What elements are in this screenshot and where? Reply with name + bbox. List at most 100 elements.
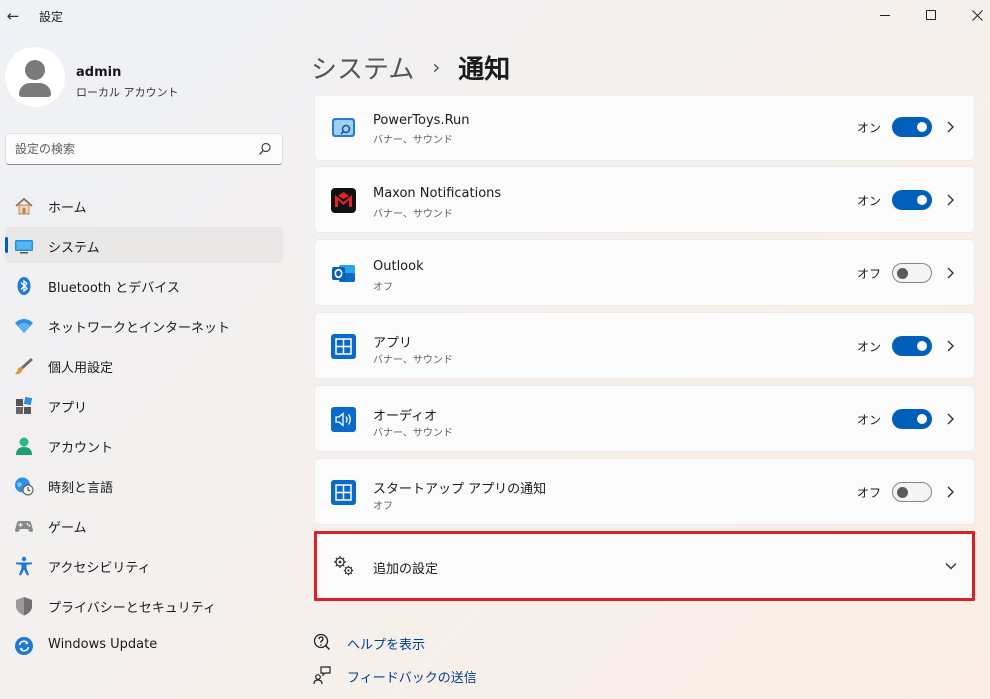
toggle-knob (897, 268, 908, 279)
sidebar-item-bluetooth[interactable]: Bluetooth とデバイス (5, 267, 283, 303)
avatar[interactable] (5, 47, 65, 107)
app-card-apps[interactable]: アプリ バナー、サウンド オン (314, 312, 975, 379)
app-tile-icon (331, 334, 356, 359)
audio-icon (331, 407, 356, 432)
additional-settings-expander[interactable]: 追加の設定 (314, 531, 975, 601)
powertoys-run-icon (332, 118, 355, 137)
gears-icon (334, 556, 354, 576)
app-notification-types: バナー、サウンド (373, 135, 453, 146)
sidebar-item-apps[interactable]: アプリ (5, 387, 283, 423)
app-card-maxon-notifications[interactable]: Maxon Notifications バナー、サウンド オン (314, 166, 975, 233)
app-card-outlook[interactable]: Outlook オフ オフ (314, 239, 975, 306)
app-tile-icon (331, 480, 356, 505)
minimize-button[interactable] (862, 0, 908, 30)
notification-toggle[interactable] (892, 409, 932, 429)
app-name: Outlook (373, 259, 424, 274)
wifi-icon (15, 319, 33, 333)
toggle-state-label: オン (856, 121, 881, 135)
sidebar-item-system[interactable]: システム (5, 227, 283, 263)
apps-icon (16, 396, 33, 414)
breadcrumb-parent[interactable]: システム (311, 49, 414, 86)
chevron-right-icon[interactable] (944, 482, 958, 502)
sidebar-item-accessibility[interactable]: アクセシビリティ (5, 547, 283, 583)
help-link-text[interactable]: ヘルプを表示 (347, 634, 425, 653)
home-icon (15, 197, 33, 215)
app-notification-types: バナー、サウンド (373, 428, 453, 439)
bluetooth-icon (17, 277, 31, 295)
toggle-state-label: オン (856, 194, 881, 208)
sidebar-item-network[interactable]: ネットワークとインターネット (5, 307, 283, 343)
help-link[interactable]: ヘルプを表示 (313, 631, 433, 653)
notification-toggle[interactable] (892, 117, 932, 137)
sidebar-item-label: Windows Update (48, 637, 158, 652)
close-icon (971, 9, 983, 21)
sidebar-item-accounts[interactable]: アカウント (5, 427, 283, 463)
maximize-button[interactable] (908, 0, 954, 30)
notification-toggle[interactable] (892, 336, 932, 356)
app-card-powertoys-run[interactable]: PowerToys.Run バナー、サウンド オン (314, 96, 975, 161)
notification-toggle[interactable] (892, 190, 932, 210)
chevron-right-icon[interactable] (944, 190, 958, 210)
shield-icon (16, 597, 32, 616)
chevron-right-icon[interactable] (944, 336, 958, 356)
sidebar-item-time-language[interactable]: 時刻と言語 (5, 467, 283, 503)
feedback-link-text[interactable]: フィードバックの送信 (347, 667, 477, 686)
search-box[interactable] (5, 133, 283, 165)
feedback-link[interactable]: フィードバックの送信 (313, 664, 477, 686)
sidebar-item-label: システム (48, 241, 100, 256)
toggle-knob (917, 195, 927, 205)
chevron-right-icon[interactable] (944, 117, 958, 137)
sidebar-item-label: アクセシビリティ (48, 561, 151, 576)
app-card-audio[interactable]: オーディオ バナー、サウンド オン (314, 385, 975, 452)
toggle-knob (897, 487, 908, 498)
minimize-icon (880, 14, 890, 16)
app-notification-types: バナー、サウンド (373, 209, 453, 220)
breadcrumb-separator: › (432, 55, 441, 79)
search-icon[interactable] (258, 142, 272, 156)
help-icon (313, 633, 331, 651)
sidebar-item-label: ネットワークとインターネット (48, 321, 231, 336)
app-notification-types: オフ (373, 501, 393, 512)
chevron-right-icon[interactable] (944, 263, 958, 283)
sidebar-item-windows-update[interactable]: Windows Update (5, 627, 283, 663)
notification-toggle[interactable] (892, 263, 932, 283)
app-name: スタートアップ アプリの通知 (373, 482, 547, 497)
app-name: PowerToys.Run (373, 113, 470, 128)
title-bar: ← 設定 (0, 0, 990, 34)
search-input[interactable] (15, 139, 245, 159)
user-name: admin (76, 65, 122, 80)
system-icon (15, 240, 33, 254)
app-card-startup-apps[interactable]: スタートアップ アプリの通知 オフ オフ (314, 458, 975, 525)
avatar-body (19, 83, 51, 97)
toggle-knob (917, 414, 927, 424)
sidebar-item-gaming[interactable]: ゲーム (5, 507, 283, 543)
app-name: アプリ (373, 336, 413, 351)
toggle-state-label: オフ (856, 486, 881, 500)
breadcrumb: システム › 通知 (311, 49, 510, 85)
chevron-down-icon[interactable] (943, 557, 959, 575)
gamepad-icon (15, 521, 33, 532)
app-title: 設定 (39, 10, 64, 24)
feedback-icon (313, 666, 331, 684)
close-button[interactable] (954, 0, 990, 30)
toggle-state-label: オン (856, 340, 881, 354)
avatar-head (25, 60, 45, 80)
sidebar-item-label: プライバシーとセキュリティ (48, 601, 216, 616)
maxon-icon (331, 188, 356, 213)
sidebar-item-label: 個人用設定 (48, 361, 114, 376)
sidebar-item-personalization[interactable]: 個人用設定 (5, 347, 283, 383)
sidebar-item-privacy[interactable]: プライバシーとセキュリティ (5, 587, 283, 623)
globe-clock-icon (15, 477, 34, 496)
account-icon (16, 437, 32, 455)
app-name: Maxon Notifications (373, 186, 502, 201)
chevron-right-icon[interactable] (944, 409, 958, 429)
toggle-state-label: オン (856, 413, 881, 427)
additional-settings-label: 追加の設定 (373, 562, 439, 577)
sidebar-item-label: Bluetooth とデバイス (48, 281, 180, 296)
toggle-knob (917, 122, 927, 132)
notification-toggle[interactable] (892, 482, 932, 502)
page-title: 通知 (458, 54, 511, 85)
outlook-icon (332, 265, 355, 282)
sidebar-item-home[interactable]: ホーム (5, 187, 283, 223)
back-button[interactable]: ← (4, 6, 22, 26)
